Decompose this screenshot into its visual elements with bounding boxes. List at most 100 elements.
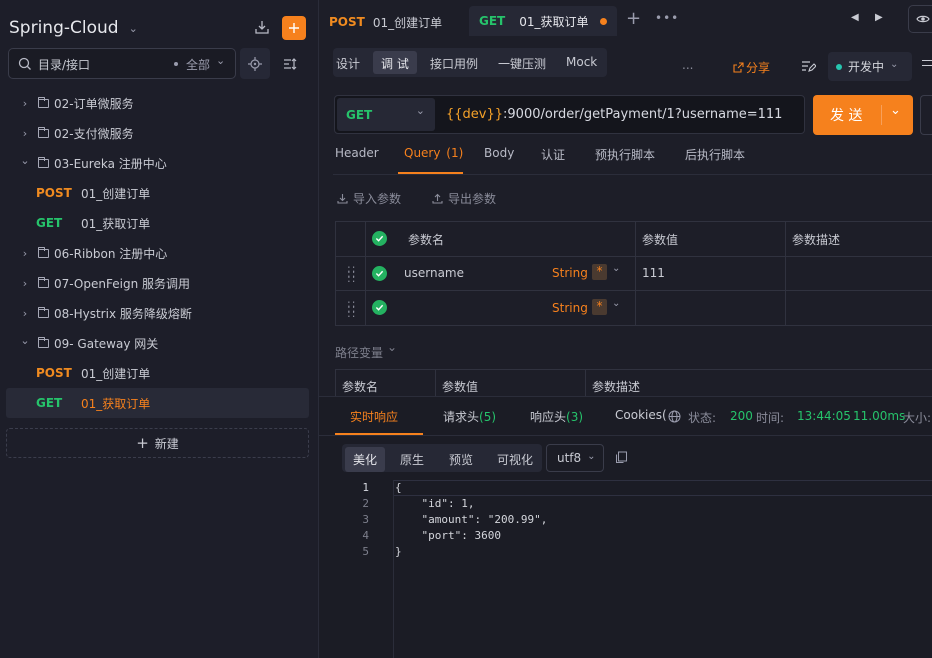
more-tabs-icon[interactable]: ••• xyxy=(655,11,679,25)
tab-auth[interactable]: 认证 xyxy=(541,146,565,163)
edit-env-icon[interactable] xyxy=(799,57,817,75)
drag-handle-icon[interactable]: :::::: xyxy=(347,263,356,284)
tab-get-order[interactable]: GET 01_获取订单 xyxy=(469,6,617,36)
import-icon[interactable] xyxy=(252,16,272,38)
send-button[interactable]: 发 送 ⌄ xyxy=(813,95,913,135)
chevron-down-icon[interactable]: ⌄ xyxy=(612,298,620,309)
request-item-selected[interactable]: GET 01_获取订单 xyxy=(6,388,309,418)
encoding-select[interactable]: utf8 ⌄ xyxy=(546,444,604,472)
mode-stress[interactable]: 一键压测 xyxy=(498,55,546,72)
code-line: 5} xyxy=(319,544,932,560)
method-select[interactable]: GET ⌄ xyxy=(337,98,435,131)
param-type-select[interactable]: String xyxy=(552,266,588,280)
tab-body[interactable]: Body xyxy=(484,146,514,160)
globe-icon[interactable] xyxy=(667,409,681,423)
param-name-input[interactable]: username xyxy=(404,266,464,280)
mode-design[interactable]: 设计 xyxy=(336,55,360,72)
import-label: 导入参数 xyxy=(353,192,402,206)
folder-icon xyxy=(38,96,49,108)
filter-select[interactable]: 全部 xyxy=(186,56,210,73)
param-value-input[interactable]: 111 xyxy=(642,266,665,280)
drag-handle-icon[interactable]: :::::: xyxy=(347,298,356,319)
search-box[interactable]: 目录/接口 全部 ⌄ xyxy=(8,48,236,79)
mode-mock[interactable]: Mock xyxy=(566,55,597,69)
next-tab-icon[interactable]: ▶ xyxy=(875,12,883,23)
upload-icon xyxy=(432,193,443,204)
select-all-checkbox[interactable] xyxy=(372,231,387,246)
tab-post-script[interactable]: 后执行脚本 xyxy=(685,146,745,163)
folder-label: 07-OpenFeign 服务调用 xyxy=(54,276,190,291)
eye-icon[interactable] xyxy=(908,5,932,33)
sort-icon[interactable] xyxy=(280,54,300,74)
folder-06-ribbon[interactable]: › 06-Ribbon 注册中心 xyxy=(0,238,319,268)
view-raw[interactable]: 原生 xyxy=(400,451,424,468)
mode-cases[interactable]: 接口用例 xyxy=(430,55,478,72)
tab-pre-script[interactable]: 预执行脚本 xyxy=(595,146,655,163)
col-divider xyxy=(635,221,636,326)
sidebar: Spring-Cloud ⌄ 目录/接口 全部 ⌄ › 02-订单微服务 › 0… xyxy=(0,0,319,658)
view-preview[interactable]: 预览 xyxy=(449,451,473,468)
tab-request-headers[interactable]: 请求头(5) xyxy=(443,408,496,425)
search-input[interactable]: 目录/接口 xyxy=(38,56,90,73)
folder-09-gateway[interactable]: ⌄ 09- Gateway 网关 xyxy=(0,328,319,358)
project-title[interactable]: Spring-Cloud ⌄ xyxy=(9,18,138,38)
code-text: { xyxy=(395,481,402,494)
response-time: 13:44:05 xyxy=(797,409,851,423)
folder-02-payment[interactable]: › 02-支付微服务 xyxy=(0,118,319,148)
folder-02-order[interactable]: › 02-订单微服务 xyxy=(0,88,319,118)
new-tab-button[interactable]: + xyxy=(626,8,641,29)
chevron-right-icon: › xyxy=(22,126,28,140)
request-item[interactable]: POST 01_创建订单 xyxy=(0,358,319,388)
copy-icon[interactable] xyxy=(614,450,628,464)
tab-response-headers[interactable]: 响应头(3) xyxy=(530,408,583,425)
locate-button[interactable] xyxy=(240,48,270,79)
side-panel-edge xyxy=(920,95,932,135)
response-body[interactable]: 1{ 2 "id": 1, 3 "amount": "200.99", 4 "p… xyxy=(319,480,932,658)
more-button[interactable]: ... xyxy=(682,58,693,72)
folder-07-openfeign[interactable]: › 07-OpenFeign 服务调用 xyxy=(0,268,319,298)
new-label: 新建 xyxy=(154,436,179,451)
view-pretty[interactable]: 美化 xyxy=(345,447,386,472)
url-input[interactable]: {{dev}}:9000/order/getPayment/1?username… xyxy=(446,107,782,122)
folder-label: 08-Hystrix 服务降级熔断 xyxy=(54,306,192,321)
method-badge: POST xyxy=(36,186,72,200)
request-item[interactable]: POST 01_创建订单 xyxy=(0,178,319,208)
code-line: 1{ xyxy=(319,480,932,496)
import-params-button[interactable]: 导入参数 xyxy=(337,190,401,207)
folder-08-hystrix[interactable]: › 08-Hystrix 服务降级熔断 xyxy=(0,298,319,328)
request-item[interactable]: GET 01_获取订单 xyxy=(0,208,319,238)
tab-cookies[interactable]: Cookies( xyxy=(615,408,667,422)
param-type-select[interactable]: String xyxy=(552,301,588,315)
method-badge: GET xyxy=(479,14,506,28)
tab-req-headers-label: 请求头 xyxy=(443,410,480,424)
path-vars-toggle[interactable]: 路径变量 ⌄ xyxy=(335,340,397,361)
tab-realtime-response[interactable]: 实时响应 xyxy=(350,408,398,425)
url-variable: {{dev}} xyxy=(446,107,504,122)
env-select[interactable]: 开发中 ⌄ xyxy=(828,52,912,81)
row-checkbox[interactable] xyxy=(372,300,387,315)
tab-req-headers-count: (5) xyxy=(479,410,497,424)
tab-post-create[interactable]: POST 01_创建订单 xyxy=(329,8,442,36)
chevron-down-icon: ⌄ xyxy=(890,103,901,118)
row-checkbox[interactable] xyxy=(372,266,387,281)
folder-label: 03-Eureka 注册中心 xyxy=(54,156,167,171)
add-button[interactable] xyxy=(282,16,306,40)
mode-debug[interactable]: 调 试 xyxy=(373,51,417,74)
prev-tab-icon[interactable]: ◀ xyxy=(851,12,859,23)
view-visualize[interactable]: 可视化 xyxy=(497,451,533,468)
chevron-right-icon: › xyxy=(22,246,28,260)
chevron-right-icon: › xyxy=(22,306,28,320)
share-button[interactable]: 分享 xyxy=(733,59,770,76)
menu-icon[interactable] xyxy=(922,58,932,70)
new-button[interactable]: + 新建 xyxy=(6,428,309,458)
required-toggle[interactable]: * xyxy=(592,264,607,280)
required-toggle[interactable]: * xyxy=(592,299,607,315)
chevron-down-icon[interactable]: ⌄ xyxy=(612,263,620,274)
tab-query[interactable]: Query (1) xyxy=(404,146,463,160)
tab-header[interactable]: Header xyxy=(335,146,379,160)
code-line: 2 "id": 1, xyxy=(319,496,932,512)
method-label: GET xyxy=(346,107,373,122)
export-params-button[interactable]: 导出参数 xyxy=(432,190,496,207)
folder-03-eureka[interactable]: ⌄ 03-Eureka 注册中心 xyxy=(0,148,319,178)
status-code: 200 xyxy=(730,409,753,423)
